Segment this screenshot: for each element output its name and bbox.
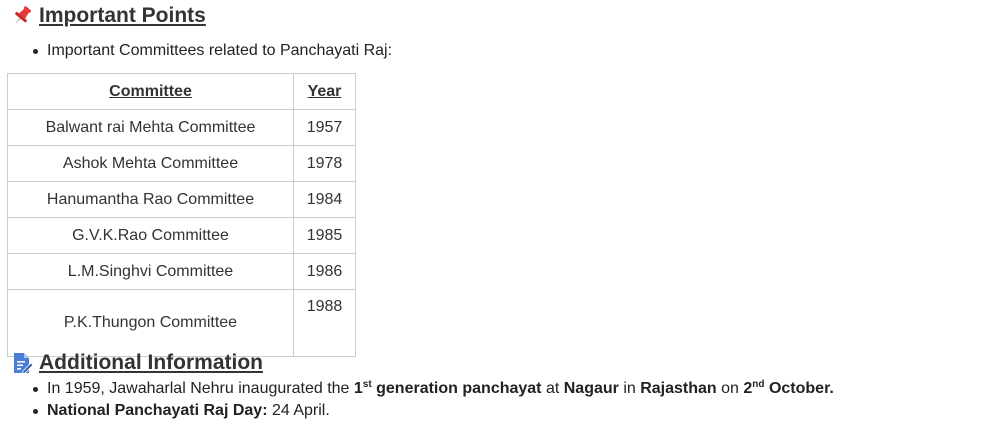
committees-table: Committee Year Balwant rai Mehta Committ… xyxy=(7,73,356,357)
table-row: G.V.K.Rao Committee 1985 xyxy=(7,217,356,254)
panchayati-raj-day-label: National Panchayati Raj Day: xyxy=(47,402,268,419)
connector-on: on xyxy=(716,380,744,397)
year-cell: 1986 xyxy=(293,253,356,290)
table-row: P.K.Thungon Committee 1988 xyxy=(7,289,356,357)
pushpin-icon xyxy=(10,4,34,28)
generation-phrase: generation panchayat xyxy=(371,380,542,397)
list-item: Important Committees related to Panchaya… xyxy=(28,40,392,62)
table-row: L.M.Singhvi Committee 1986 xyxy=(7,253,356,290)
table-row: Balwant rai Mehta Committee 1957 xyxy=(7,109,356,146)
committee-cell: Hanumantha Rao Committee xyxy=(7,181,294,218)
year-cell: 1957 xyxy=(293,109,356,146)
year-cell: 1978 xyxy=(293,145,356,182)
important-points-list: Important Committees related to Panchaya… xyxy=(28,40,392,62)
connector-in: in xyxy=(618,380,641,397)
table-row: Ashok Mehta Committee 1978 xyxy=(7,145,356,182)
date-number: 2 xyxy=(743,380,753,397)
important-points-heading: Important Points xyxy=(10,4,206,28)
committee-cell: L.M.Singhvi Committee xyxy=(7,253,294,290)
year-cell: 1984 xyxy=(293,181,356,218)
bullet1-prefix: In 1959, Jawaharlal Nehru inaugurated th… xyxy=(47,380,354,397)
date-text: 2nd October. xyxy=(743,379,834,398)
committee-column-header: Committee xyxy=(7,73,294,110)
year-cell: 1988 xyxy=(293,289,356,357)
list-item: National Panchayati Raj Day: 24 April. xyxy=(28,400,834,422)
document-edit-icon xyxy=(10,351,34,375)
place-name: Nagaur xyxy=(563,380,619,397)
additional-information-list: In 1959, Jawaharlal Nehru inaugurated th… xyxy=(28,378,834,422)
committee-cell: Ashok Mehta Committee xyxy=(7,145,294,182)
ordinal-number: 1 xyxy=(353,380,363,397)
list-item: In 1959, Jawaharlal Nehru inaugurated th… xyxy=(28,378,834,400)
ordinal-suffix: st xyxy=(362,379,372,390)
committee-cell: G.V.K.Rao Committee xyxy=(7,217,294,254)
connector-at: at xyxy=(541,380,564,397)
date-month: October. xyxy=(764,380,834,397)
committee-cell: P.K.Thungon Committee xyxy=(7,289,294,357)
year-column-header: Year xyxy=(293,73,356,110)
panchayati-raj-day-value: 24 April. xyxy=(267,402,330,419)
additional-information-title: Additional Information xyxy=(39,351,263,374)
bullet1-ordinal: 1st generation panchayat xyxy=(353,379,542,398)
date-suffix: nd xyxy=(752,379,765,390)
committee-cell: Balwant rai Mehta Committee xyxy=(7,109,294,146)
additional-information-heading: Additional Information xyxy=(10,351,263,375)
table-header-row: Committee Year xyxy=(7,73,356,110)
table-row: Hanumantha Rao Committee 1984 xyxy=(7,181,356,218)
year-cell: 1985 xyxy=(293,217,356,254)
important-points-title: Important Points xyxy=(39,4,206,27)
state-name: Rajasthan xyxy=(640,380,717,397)
